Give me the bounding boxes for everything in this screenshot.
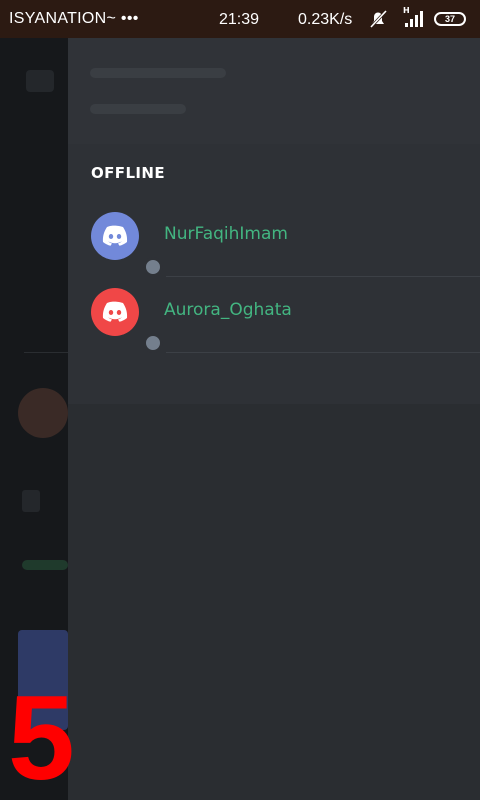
- background-icon: [26, 70, 54, 92]
- screen: ISYANATION~ ••• 21:39 0.23K/s H 37 OFFLI…: [0, 0, 480, 800]
- background-icon-2: [22, 490, 40, 512]
- background-avatar: [18, 388, 68, 438]
- member-drawer: OFFLINE NurFaqihImam Aurora_Oghata: [68, 38, 480, 800]
- member-name: NurFaqihImam: [164, 224, 288, 244]
- background-divider: [24, 352, 68, 353]
- step-number-overlay: 5: [8, 671, 75, 800]
- offline-status-dot: [143, 333, 163, 353]
- section-title-offline: OFFLINE: [91, 164, 165, 182]
- mute-icon: [369, 9, 388, 29]
- avatar: [91, 212, 163, 277]
- discord-logo-icon: [102, 301, 128, 322]
- drawer-header: [68, 38, 480, 144]
- header-blur-line: [90, 68, 226, 78]
- header-blur-line: [90, 104, 186, 114]
- member-divider: [166, 352, 480, 353]
- status-bar: ISYANATION~ ••• 21:39 0.23K/s H 37: [0, 0, 480, 38]
- avatar: [91, 288, 163, 353]
- discord-logo-icon: [102, 225, 128, 246]
- network-speed: 0.23K/s: [298, 11, 353, 28]
- svg-text:H: H: [403, 6, 410, 15]
- carrier-label: ISYANATION~ •••: [9, 10, 139, 27]
- battery-icon: 37: [434, 12, 466, 26]
- signal-icon: H: [403, 6, 423, 27]
- member-item-aurora-oghata[interactable]: Aurora_Oghata: [68, 274, 480, 353]
- member-name: Aurora_Oghata: [164, 300, 292, 320]
- member-item-nurfaqihimam[interactable]: NurFaqihImam: [68, 198, 480, 277]
- clock: 21:39: [219, 11, 260, 28]
- background-row: [22, 560, 68, 570]
